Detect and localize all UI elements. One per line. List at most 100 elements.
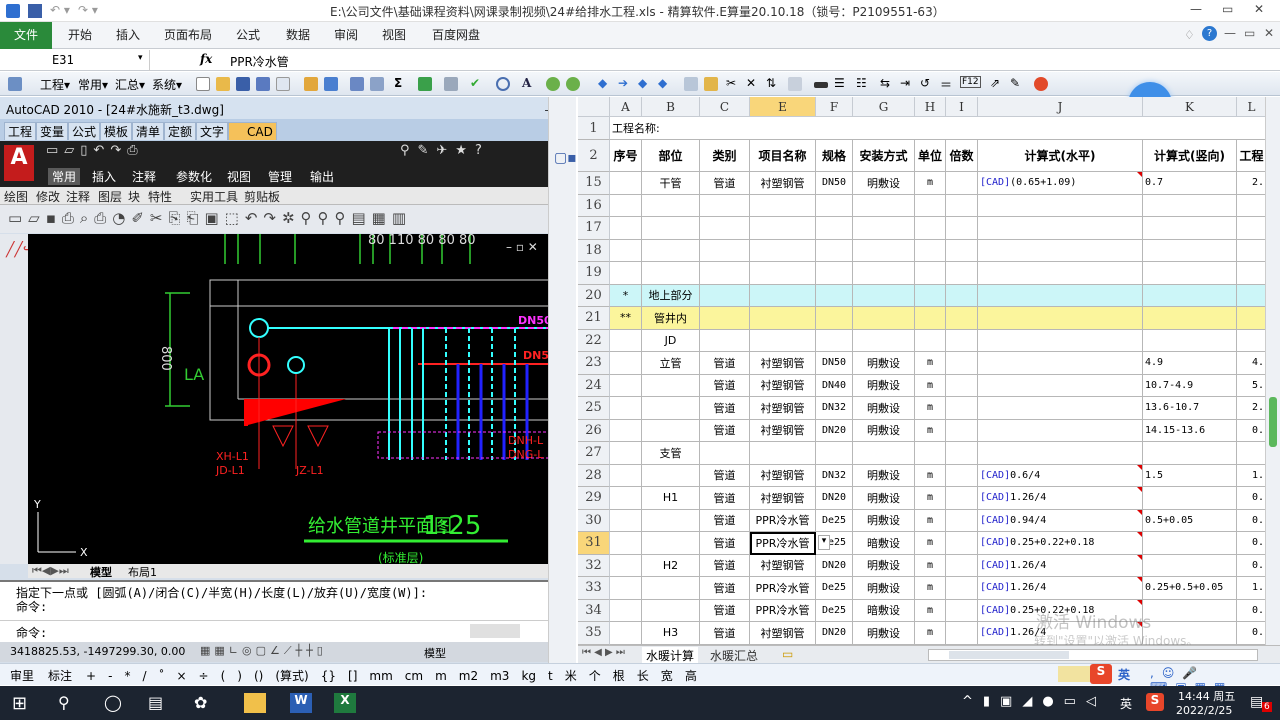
tab-variable[interactable]: 变量 (36, 122, 69, 140)
cad-help-tools[interactable]: ⚲✎✈★? (400, 143, 490, 158)
cell-G[interactable] (853, 329, 915, 352)
row-header[interactable]: 2 (578, 140, 610, 172)
cad-menu-output[interactable]: 输出 (310, 168, 334, 185)
cell-L[interactable]: 0. (1237, 554, 1267, 577)
cell-A[interactable] (610, 487, 642, 510)
cell-B[interactable]: 干管 (642, 172, 700, 195)
name-box-dropdown-icon[interactable]: ▾ (138, 53, 143, 63)
cell-C[interactable]: 管道 (700, 599, 750, 622)
find-icon[interactable] (496, 77, 510, 91)
cell-C[interactable] (700, 239, 750, 262)
f12-icon[interactable]: F12 (960, 76, 981, 88)
cell-L[interactable]: 0. (1237, 509, 1267, 532)
minimize-button[interactable]: — (1190, 2, 1202, 16)
row-header[interactable]: 19 (578, 262, 610, 285)
cell-H[interactable] (915, 239, 946, 262)
cell-A[interactable] (610, 352, 642, 375)
cell-H[interactable]: m (915, 352, 946, 375)
cell-G[interactable]: 暗敷设 (853, 599, 915, 622)
cell-F[interactable] (816, 307, 853, 330)
cell-A[interactable] (610, 217, 642, 240)
cell-L[interactable]: 0. (1237, 419, 1267, 442)
menu-summary[interactable]: 汇总▾ (115, 76, 145, 93)
active-cell[interactable]: PPR冷水管 (750, 532, 816, 555)
cell-J[interactable] (978, 284, 1143, 307)
cell-K[interactable] (1143, 487, 1237, 510)
cell-A[interactable] (610, 172, 642, 195)
sheet-tab-summary[interactable]: 水暖汇总 (710, 647, 758, 664)
align-icon[interactable]: ☰ (834, 76, 845, 90)
cell-L[interactable]: 2. (1237, 397, 1267, 420)
menu-project[interactable]: 工程▾ (40, 76, 70, 93)
cell-C[interactable]: 管道 (700, 532, 750, 555)
row-header[interactable]: 25 (578, 397, 610, 420)
maximize-button[interactable]: ▭ (1222, 2, 1233, 16)
word-icon[interactable]: W (290, 693, 312, 713)
column-header-K[interactable]: K (1143, 97, 1237, 117)
cell-G[interactable] (853, 194, 915, 217)
tab-data[interactable]: 数据 (278, 22, 318, 49)
cell-L[interactable] (1237, 284, 1267, 307)
line-icon[interactable] (814, 82, 828, 88)
cad-menu-home[interactable]: 常用 (48, 168, 81, 185)
task-view-icon[interactable]: ▤ (148, 693, 170, 713)
cell-K[interactable]: 0.7 (1143, 172, 1237, 195)
cell-B[interactable] (642, 532, 700, 555)
ime-lang[interactable]: 英 (1118, 666, 1130, 683)
canvas-window-controls[interactable]: – ▫ ✕ (506, 240, 538, 254)
cell-I[interactable] (946, 442, 978, 465)
horizontal-scrollbar[interactable] (928, 649, 1258, 661)
cell-K[interactable] (1143, 217, 1237, 240)
sheet-nav-icons[interactable]: ⏮ ◀ ▶ ⏭ (582, 647, 625, 658)
cell-K[interactable]: 13.6-10.7 (1143, 397, 1237, 420)
ribbon-minimize-button[interactable]: — (1224, 26, 1236, 40)
save-all-icon[interactable] (256, 77, 270, 91)
cell-H[interactable] (915, 217, 946, 240)
cell-B[interactable]: 地上部分 (642, 284, 700, 307)
cell-H[interactable]: m (915, 554, 946, 577)
symbol-button[interactable]: {} (321, 669, 336, 683)
layout-nav-icons[interactable]: ⏮◀▶⏭ (32, 564, 69, 578)
cell-B[interactable] (642, 374, 700, 397)
cell-L[interactable] (1237, 194, 1267, 217)
check-icon[interactable]: ✔ (470, 76, 480, 90)
cell-E[interactable]: PPR冷水管 (750, 577, 816, 600)
symbol-button[interactable]: kg (521, 669, 536, 683)
cell-B[interactable] (642, 239, 700, 262)
cell-G[interactable]: 明敷设 (853, 464, 915, 487)
cell-L[interactable] (1237, 442, 1267, 465)
cell-J[interactable] (978, 307, 1143, 330)
symbol-button[interactable]: m2 (459, 669, 478, 683)
cell-C[interactable] (700, 442, 750, 465)
scroll-thumb[interactable] (1269, 397, 1277, 447)
cell-J[interactable]: [CAD] 0.6/4 (978, 464, 1143, 487)
symbol-button[interactable]: × (176, 669, 186, 683)
cell-F[interactable]: DN20 (816, 419, 853, 442)
cell-E[interactable] (750, 284, 816, 307)
cell-J[interactable] (978, 374, 1143, 397)
cell-A[interactable] (610, 622, 642, 645)
cell-K[interactable]: 4.9 (1143, 352, 1237, 375)
save-icon[interactable] (236, 77, 250, 91)
cell-H[interactable] (915, 307, 946, 330)
cell-H[interactable]: m (915, 397, 946, 420)
symbol-button[interactable]: (算式) (275, 669, 308, 683)
cell-K[interactable]: 0.5+0.05 (1143, 509, 1237, 532)
cell-G[interactable] (853, 442, 915, 465)
cell-L[interactable]: 2. (1237, 172, 1267, 195)
cell-C[interactable] (700, 262, 750, 285)
cell-L[interactable]: 0. (1237, 622, 1267, 645)
tab-cad[interactable]: CAD (228, 122, 277, 140)
model-button[interactable]: 模型 (424, 645, 446, 661)
symbol-button[interactable]: / (142, 669, 146, 683)
cell-H[interactable]: m (915, 577, 946, 600)
cad-menu-insert[interactable]: 插入 (92, 168, 116, 185)
cell-C[interactable] (700, 329, 750, 352)
cell-F[interactable]: DN50 (816, 352, 853, 375)
cell-H[interactable]: m (915, 464, 946, 487)
symbol-button[interactable]: + (86, 669, 96, 683)
cell-G[interactable]: 明敷设 (853, 172, 915, 195)
new-icon[interactable] (196, 77, 210, 91)
cell-I[interactable] (946, 352, 978, 375)
tray-sogou-icon[interactable]: S (1146, 693, 1164, 711)
